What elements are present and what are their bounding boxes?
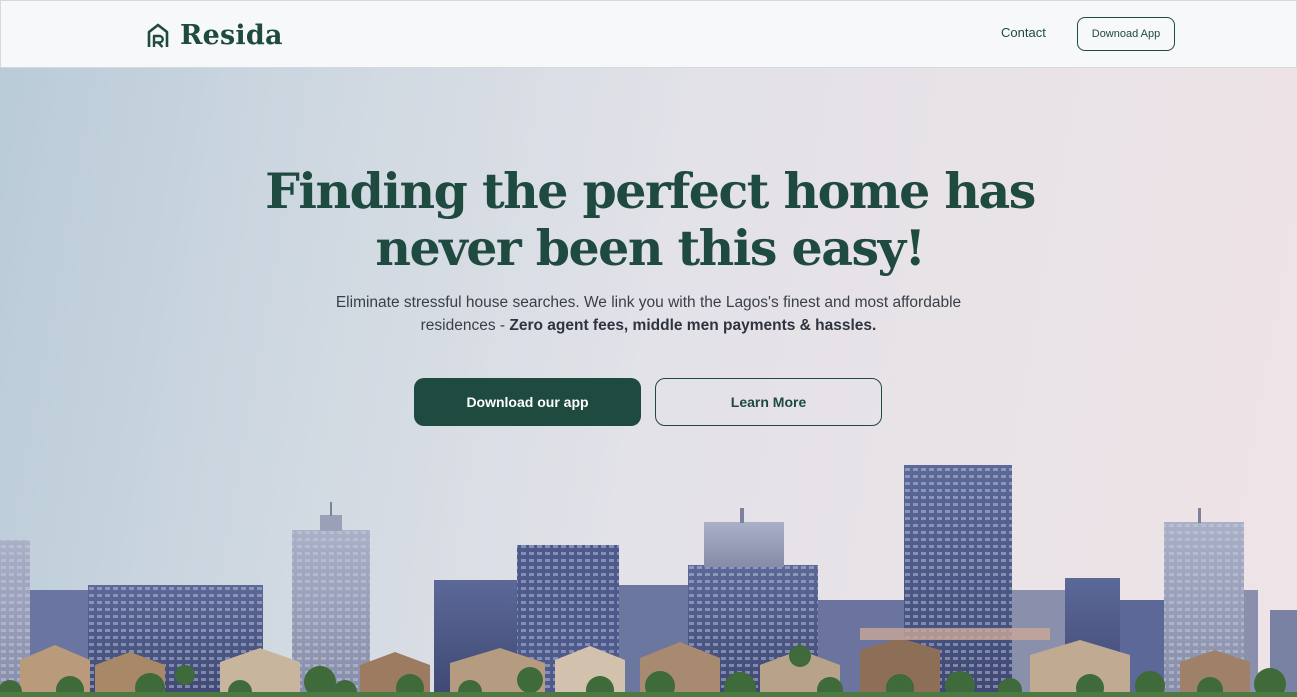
nav-contact-link[interactable]: Contact [1001,25,1046,40]
hero-title-line-2: never been this easy! [375,219,926,277]
download-our-app-button[interactable]: Download our app [414,378,641,426]
hero-title-line-1: Finding the perfect home has [265,162,1036,220]
top-navbar: Resida Contact Downoad App [0,0,1297,68]
brand-name: Resida [180,20,283,51]
city-skyline-image [0,465,1297,697]
house-r-logo-icon [147,23,169,48]
brand-logo[interactable]: Resida [146,20,283,51]
learn-more-button[interactable]: Learn More [655,378,882,426]
hero-subtitle: Eliminate stressful house searches. We l… [300,291,997,337]
hero-subtitle-highlight: Zero agent fees, middle men payments & h… [509,317,877,334]
nav-download-app-button[interactable]: Downoad App [1077,17,1175,51]
hero-title: Finding the perfect home has never been … [250,163,1050,277]
